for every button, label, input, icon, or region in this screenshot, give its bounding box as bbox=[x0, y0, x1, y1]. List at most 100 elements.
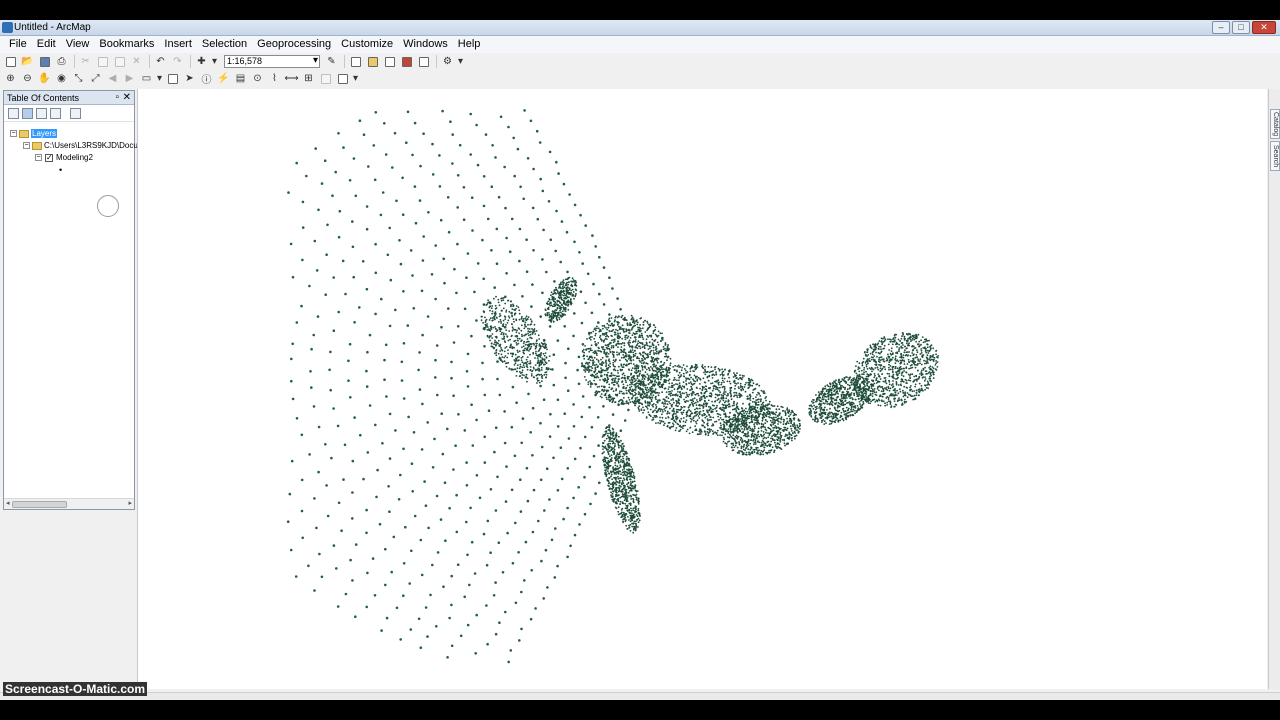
menu-selection[interactable]: Selection bbox=[197, 36, 252, 53]
search-dock-tab[interactable]: Search bbox=[1270, 141, 1280, 171]
print-icon[interactable]: ⎙ bbox=[54, 55, 69, 69]
python-window-icon[interactable] bbox=[416, 55, 431, 69]
identify-icon[interactable]: ⓘ bbox=[199, 72, 214, 86]
hyperlink-icon[interactable]: ⚡ bbox=[216, 72, 231, 86]
modeling2-dense-mesh bbox=[480, 276, 939, 534]
toc-close-icon[interactable]: ✕ bbox=[123, 91, 131, 105]
scroll-right-icon[interactable]: ▸ bbox=[128, 499, 132, 507]
measure-icon[interactable]: ⟷ bbox=[284, 72, 299, 86]
maximize-button[interactable]: □ bbox=[1232, 21, 1250, 34]
paste-icon[interactable] bbox=[112, 55, 127, 69]
watermark-text: Screencast-O-Matic.com bbox=[3, 682, 148, 696]
toolbar-options-icon[interactable]: ▾ bbox=[457, 55, 464, 69]
tools-options-icon[interactable]: ▾ bbox=[352, 72, 359, 86]
editor-toolbar-icon[interactable]: ✎ bbox=[324, 55, 339, 69]
fixed-zoom-out-icon[interactable]: ⤢ bbox=[88, 72, 103, 86]
arcmap-app-icon bbox=[2, 22, 13, 33]
layer-name-label[interactable]: Modeling2 bbox=[56, 153, 93, 162]
fixed-zoom-in-icon[interactable]: ⤡ bbox=[71, 72, 86, 86]
list-by-drawing-order-icon[interactable] bbox=[8, 107, 19, 119]
tools-toolbar: ⊕ ⊖ ✋ ◉ ⤡ ⤢ ◀ ▶ ▭ ▾ ➤ ⓘ ⚡ ▤ ⊙ ⌇ ⟷ ⊞ ▾ bbox=[0, 70, 1280, 87]
menu-bookmarks[interactable]: Bookmarks bbox=[94, 36, 159, 53]
layers-label[interactable]: Layers bbox=[31, 129, 58, 138]
collapse-folder-icon[interactable]: − bbox=[23, 142, 30, 150]
time-slider-icon[interactable]: ⊞ bbox=[301, 72, 316, 86]
toc-options-icon[interactable] bbox=[70, 107, 81, 119]
menu-insert[interactable]: Insert bbox=[159, 36, 197, 53]
model-builder-icon[interactable]: ⚙ bbox=[440, 55, 455, 69]
zoom-in-icon[interactable]: ⊕ bbox=[3, 72, 18, 86]
scroll-left-icon[interactable]: ◂ bbox=[6, 499, 10, 507]
toc-toolbar bbox=[4, 105, 134, 122]
menu-file[interactable]: File bbox=[4, 36, 32, 53]
select-elements-arrow-icon[interactable]: ➤ bbox=[182, 72, 197, 86]
layer-visibility-checkbox[interactable]: ✓ bbox=[45, 153, 53, 162]
undo-icon[interactable]: ↶ bbox=[153, 55, 168, 69]
layers-folder-icon bbox=[19, 129, 29, 138]
toc-header: Table Of Contents ▫ ✕ bbox=[4, 91, 134, 105]
toc-folder-node[interactable]: − C:\Users\L3RS9KJD\Docu bbox=[23, 141, 138, 150]
map-scale-dropdown[interactable]: 1:16,578 bbox=[224, 55, 320, 68]
list-by-visibility-icon[interactable] bbox=[36, 107, 47, 119]
redo-icon[interactable]: ↷ bbox=[170, 55, 185, 69]
title-bar: Untitled - ArcMap – □ ✕ bbox=[0, 20, 1280, 36]
menu-geoprocessing[interactable]: Geoprocessing bbox=[252, 36, 336, 53]
cut-icon[interactable]: ✂ bbox=[78, 55, 93, 69]
collapse-layers-icon[interactable]: − bbox=[10, 130, 17, 138]
table-of-contents-panel: Table Of Contents ▫ ✕ − Layers − C:\Users\… bbox=[3, 90, 138, 510]
add-data-icon[interactable]: ✚ bbox=[194, 55, 209, 69]
menu-windows[interactable]: Windows bbox=[398, 36, 453, 53]
list-by-source-icon[interactable] bbox=[22, 107, 33, 119]
toc-horizontal-scrollbar[interactable]: ◂ ▸ bbox=[4, 498, 134, 509]
back-extent-icon[interactable]: ◀ bbox=[105, 72, 120, 86]
close-window-button[interactable]: ✕ bbox=[1252, 21, 1276, 34]
layout-options-icon[interactable] bbox=[335, 72, 350, 86]
select-features-icon[interactable]: ▭ bbox=[139, 72, 154, 86]
toc-title: Table Of Contents bbox=[7, 93, 80, 103]
find-route-icon[interactable]: ⌇ bbox=[267, 72, 282, 86]
status-bar bbox=[0, 692, 1280, 700]
toc-root-node[interactable]: − Layers bbox=[10, 129, 58, 138]
save-icon[interactable] bbox=[37, 55, 52, 69]
catalog-window-icon[interactable] bbox=[365, 55, 380, 69]
list-by-selection-icon[interactable] bbox=[50, 107, 61, 119]
mouse-cursor-icon bbox=[97, 195, 119, 217]
clear-selection-icon[interactable] bbox=[165, 72, 180, 86]
forward-extent-icon[interactable]: ▶ bbox=[122, 72, 137, 86]
menu-bar: File Edit View Bookmarks Insert Selectio… bbox=[0, 36, 1280, 53]
menu-edit[interactable]: Edit bbox=[32, 36, 61, 53]
map-data-view[interactable] bbox=[137, 89, 1267, 689]
new-document-icon[interactable] bbox=[3, 55, 18, 69]
folder-path-label: C:\Users\L3RS9KJD\Docu bbox=[44, 141, 138, 150]
menu-customize[interactable]: Customize bbox=[336, 36, 398, 53]
zoom-out-icon[interactable]: ⊖ bbox=[20, 72, 35, 86]
arctoolbox-icon[interactable] bbox=[399, 55, 414, 69]
search-window-icon[interactable] bbox=[382, 55, 397, 69]
viewer-window-icon[interactable] bbox=[318, 72, 333, 86]
select-dropdown-icon[interactable]: ▾ bbox=[156, 72, 163, 86]
html-popup-icon[interactable]: ▤ bbox=[233, 72, 248, 86]
menu-view[interactable]: View bbox=[61, 36, 95, 53]
pan-hand-icon[interactable]: ✋ bbox=[37, 72, 52, 86]
copy-icon[interactable] bbox=[95, 55, 110, 69]
open-folder-icon[interactable]: 📂 bbox=[20, 55, 35, 69]
delete-icon[interactable]: ✕ bbox=[129, 55, 144, 69]
add-data-dropdown-icon[interactable]: ▾ bbox=[211, 55, 218, 69]
right-dock: Catalog Search bbox=[1268, 89, 1280, 689]
find-binoculars-icon[interactable]: ⊙ bbox=[250, 72, 265, 86]
toc-layer-node[interactable]: − ✓ Modeling2 bbox=[35, 153, 93, 162]
catalog-dock-tab[interactable]: Catalog bbox=[1270, 109, 1280, 139]
arcmap-window: Untitled - ArcMap – □ ✕ File Edit View B… bbox=[0, 20, 1280, 700]
collapse-layer-icon[interactable]: − bbox=[35, 154, 42, 162]
scroll-thumb[interactable] bbox=[12, 501, 67, 508]
layer-symbol-point-icon: • bbox=[59, 165, 63, 175]
modeling2-point-features bbox=[286, 109, 631, 664]
full-extent-icon[interactable]: ◉ bbox=[54, 72, 69, 86]
menu-help[interactable]: Help bbox=[453, 36, 486, 53]
window-title: Untitled - ArcMap bbox=[14, 22, 91, 33]
workspace-folder-icon bbox=[32, 141, 42, 150]
table-of-contents-icon[interactable] bbox=[348, 55, 363, 69]
minimize-button[interactable]: – bbox=[1212, 21, 1230, 34]
toc-autohide-icon[interactable]: ▫ bbox=[115, 91, 119, 105]
map-canvas[interactable] bbox=[138, 89, 1268, 689]
